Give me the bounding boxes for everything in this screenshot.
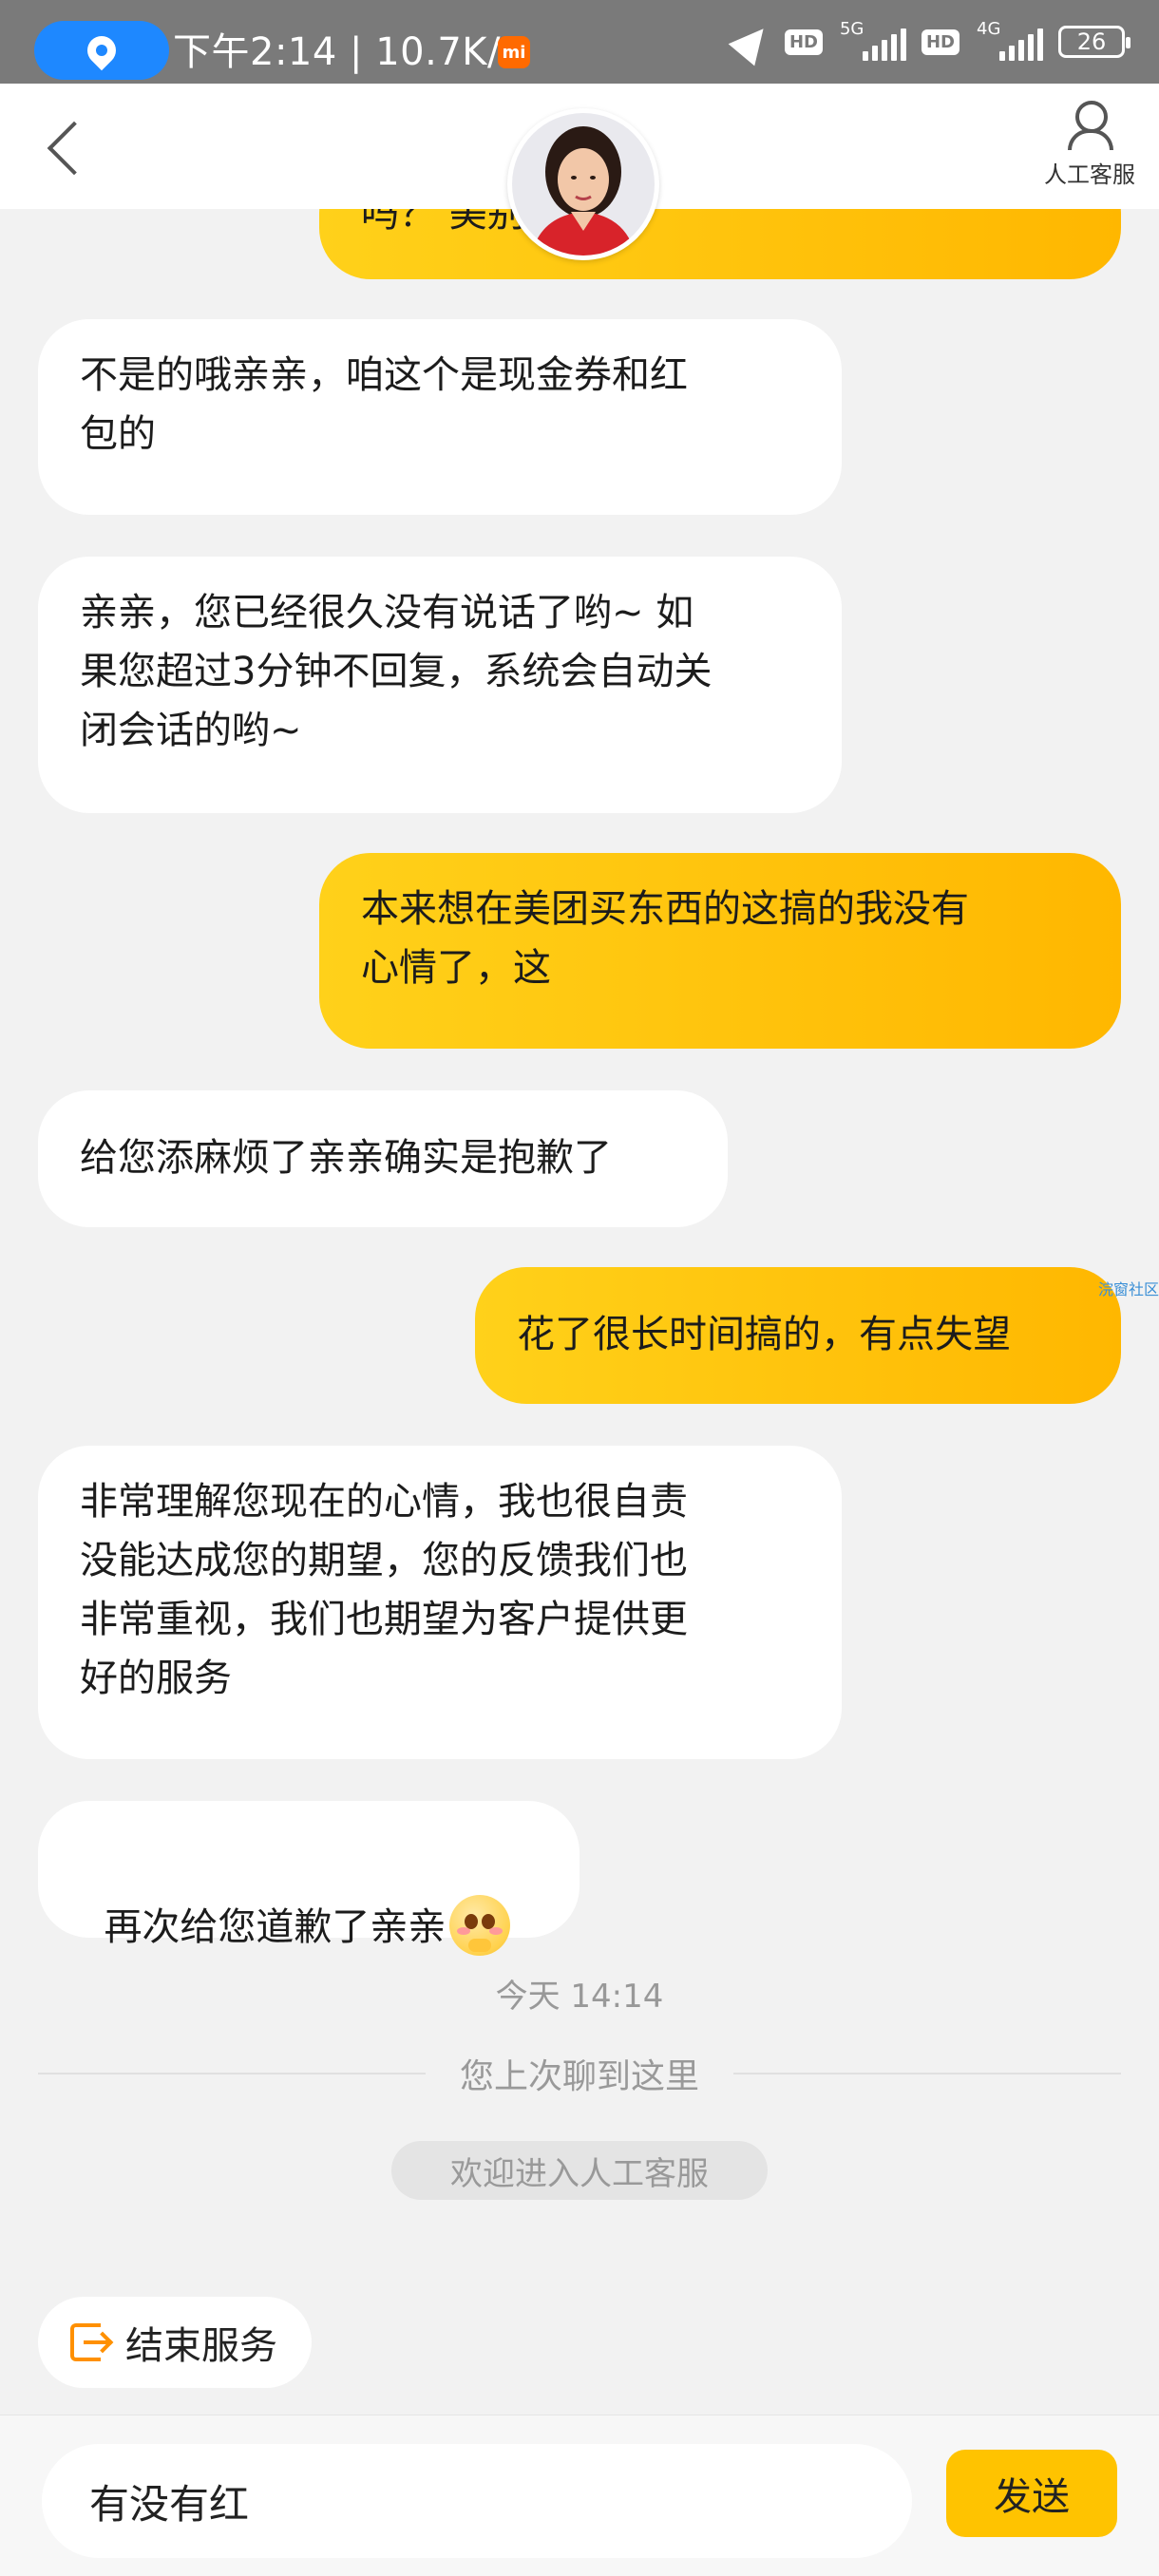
message-bubble-agent: 亲亲，您已经很久没有说话了哟~ 如 果您超过3分钟不回复，系统会自动关 闭会话的…	[38, 557, 842, 813]
signal-5g-icon: 5G	[838, 19, 906, 61]
message-bubble-agent: 非常理解您现在的心情，我也很自责 没能达成您的期望，您的反馈我们也 非常重视，我…	[38, 1446, 842, 1759]
last-read-divider: 您上次聊到这里	[38, 2050, 1122, 2097]
message-text: 再次给您道歉了亲亲	[104, 1905, 446, 1949]
message-bubble-user: 花了很长时间搞的，有点失望	[475, 1267, 1121, 1404]
watermark-text: 浣窗社区	[1097, 1280, 1159, 1298]
quick-action-bar: 结束服务	[0, 2263, 1159, 2415]
send-button[interactable]: 发送	[946, 2450, 1117, 2537]
end-service-button[interactable]: 结束服务	[38, 2297, 312, 2388]
exit-icon	[70, 2323, 108, 2361]
network-5g-label: 5G	[839, 19, 864, 39]
message-input[interactable]	[42, 2444, 912, 2558]
agent-avatar[interactable]	[507, 108, 659, 260]
status-time-speed: 下午2:14 | 10.7K/s	[173, 30, 522, 74]
divider-line-right	[733, 2073, 1122, 2074]
message-bubble-agent: 不是的哦亲亲，咱这个是现金券和红 包的	[38, 319, 842, 515]
end-service-label: 结束服务	[125, 2324, 277, 2368]
system-notice: 欢迎进入人工客服	[391, 2141, 768, 2200]
navigation-arrow-icon	[728, 17, 777, 66]
location-pin-icon	[81, 29, 123, 71]
message-input-bar: 发送	[0, 2415, 1159, 2576]
chat-timestamp: 今天 14:14	[495, 1978, 664, 2016]
message-bubble-agent: 再次给您道歉了亲亲	[38, 1801, 580, 1956]
last-read-label: 您上次聊到这里	[460, 2057, 700, 2096]
customer-service-icon	[1066, 101, 1113, 150]
status-bar: 下午2:14 | 10.7K/s mi HD 5G HD 4G 26	[0, 0, 1159, 84]
location-pill[interactable]	[34, 21, 169, 80]
human-service-label: 人工客服	[1044, 161, 1135, 188]
status-icons: HD 5G HD 4G 26	[728, 17, 1130, 66]
battery-icon: 26	[1058, 26, 1130, 58]
signal-4g-icon: 4G	[975, 19, 1043, 61]
pleading-face-emoji-icon	[449, 1895, 511, 1956]
back-button[interactable]	[42, 118, 95, 179]
network-4g-label: 4G	[977, 19, 1001, 39]
message-bubble-agent: 给您添麻烦了亲亲确实是抱歉了	[38, 1090, 728, 1227]
divider-line-left	[38, 2073, 426, 2074]
mi-app-icon: mi	[498, 36, 530, 68]
human-service-button[interactable]: 人工客服	[1037, 101, 1142, 196]
hd-badge: HD	[784, 28, 823, 55]
agent-portrait-icon	[512, 113, 655, 256]
message-bubble-user: 本来想在美团买东西的这搞的我没有 心情了，这	[319, 853, 1121, 1049]
hd-badge-2: HD	[921, 28, 960, 55]
